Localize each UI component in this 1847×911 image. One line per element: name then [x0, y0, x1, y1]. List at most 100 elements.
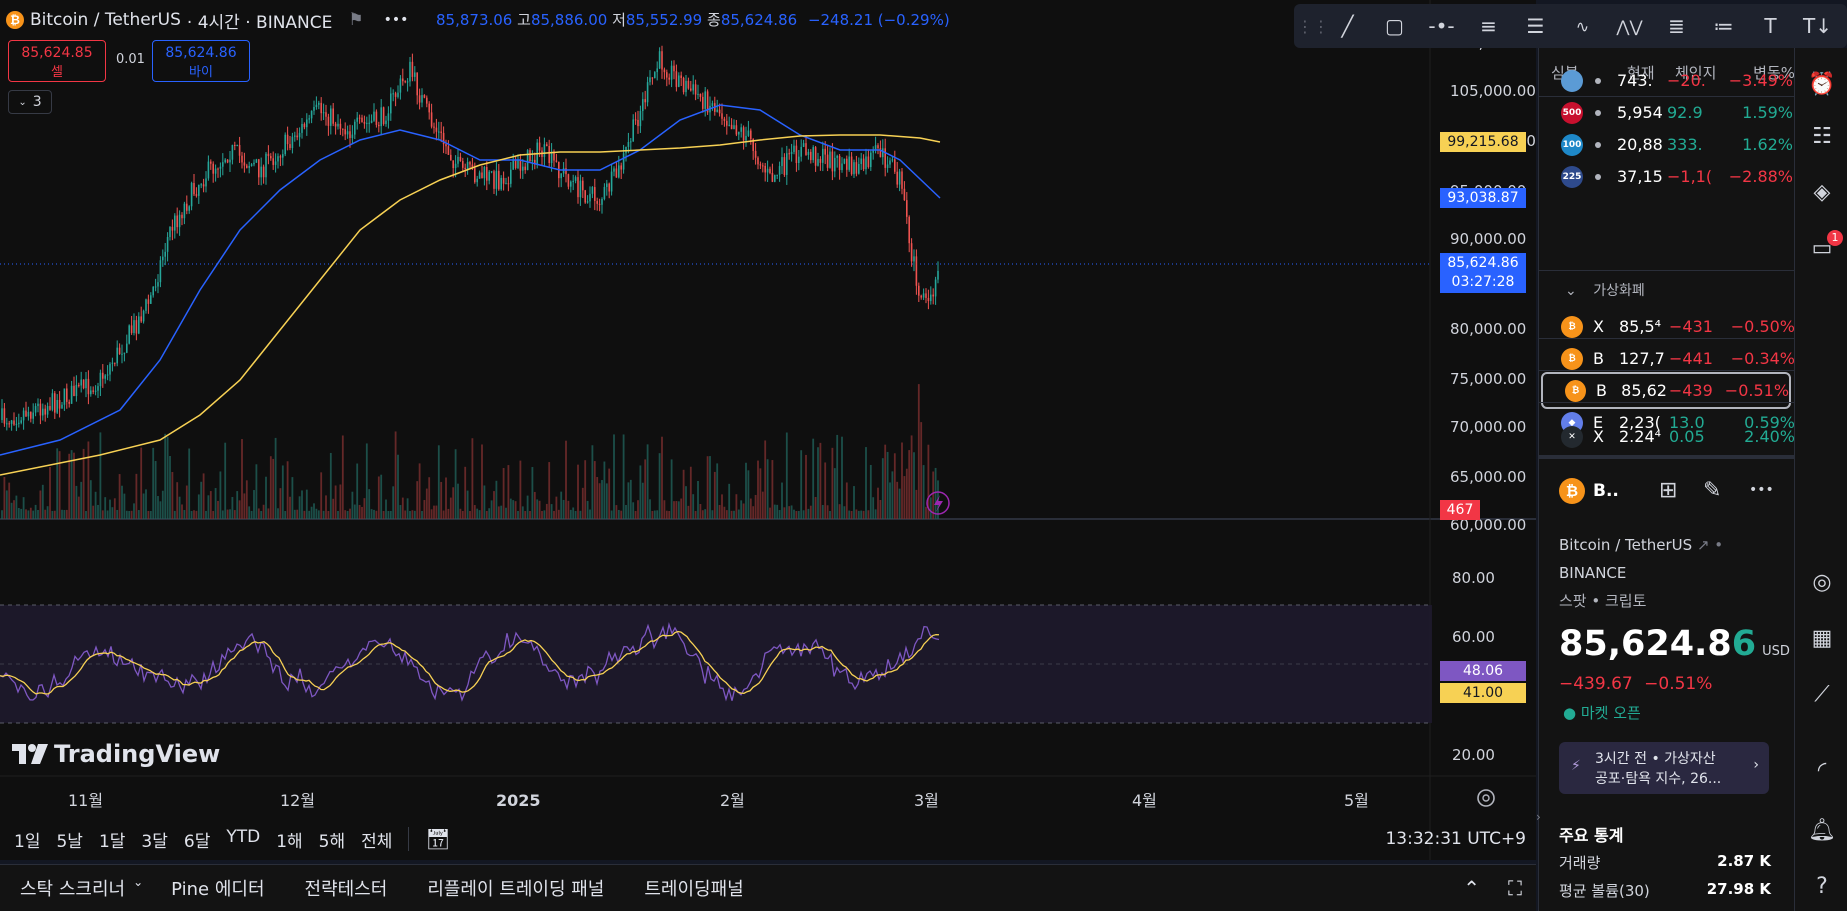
volume-bar [118, 474, 121, 519]
volume-bar [13, 500, 15, 519]
volume-bar [809, 505, 812, 519]
volume-bar [97, 504, 99, 519]
price-range-icon[interactable]: ≔ [1700, 4, 1747, 48]
range-button[interactable]: 6달 [176, 827, 218, 852]
bottom-tab[interactable]: 스탁 스크리너 [0, 875, 145, 901]
candle-body [27, 411, 30, 417]
sell-button[interactable]: 85,624.85 셀 [8, 40, 106, 82]
drawing-toolbar[interactable]: ⋮⋮ ╱ ▢ -•- ≡ ☰ ∿ ⋀⋁ ≣ ≔ T T↓ [1294, 4, 1847, 48]
edit-note-icon[interactable]: ✎ [1703, 478, 1721, 503]
abc-pattern-icon[interactable]: ⋀⋁ [1606, 4, 1653, 48]
price-chart[interactable]: 110,000.00105,000.00100,000.0095,000.009… [0, 0, 1536, 860]
price-tick-label: 90,000.00 [1450, 230, 1526, 248]
indicators-collapse-button[interactable]: ⌄ 3 [8, 90, 52, 114]
more-options-icon[interactable]: ••• [1749, 482, 1774, 498]
volume-bar [627, 482, 630, 519]
clock-time[interactable]: 13:32:31 UTC+9 [1385, 829, 1526, 849]
elliott-wave-icon[interactable]: ∿ [1559, 4, 1606, 48]
buy-label: 바이 [189, 65, 213, 80]
candle-body [128, 325, 130, 344]
range-button[interactable]: 5날 [48, 827, 90, 852]
drag-handle-icon[interactable]: ⋮⋮ [1297, 4, 1329, 48]
ideas-chart-icon[interactable]: ⟋ [1808, 680, 1836, 708]
candle-body [373, 111, 375, 121]
chevron-down-icon[interactable]: ⌄ [133, 875, 143, 901]
crypto-section-header[interactable]: ⌄ 가상화폐 [1565, 280, 1645, 300]
range-button[interactable]: 1달 [91, 827, 133, 852]
bottom-tab[interactable]: 리플레이 트레이딩 패널 [407, 875, 624, 901]
detail-short-symbol[interactable]: B.. [1593, 481, 1619, 501]
layers-icon[interactable]: ◈ [1808, 178, 1836, 206]
candle-body [877, 145, 879, 149]
range-button[interactable]: 1일 [6, 827, 48, 852]
candle-body [30, 411, 32, 419]
time-axis[interactable]: 11월 12월 2025 2월 3월 4월 5월 [68, 791, 1369, 810]
more-options-icon[interactable]: ••• [384, 12, 409, 28]
volume-bar [560, 491, 563, 519]
volume-bar [793, 509, 795, 519]
rsi-ma-value-label: 41.00 [1440, 683, 1526, 703]
range-button[interactable]: 전체 [353, 827, 400, 852]
symbol-title[interactable]: Bitcoin / TetherUS [30, 10, 181, 30]
candle-body [224, 159, 226, 163]
range-button[interactable]: 1해 [268, 827, 310, 852]
panel-divider[interactable] [1539, 455, 1795, 459]
trend-line-icon[interactable]: ╱ [1324, 4, 1371, 48]
target-icon[interactable]: ◎ [1808, 568, 1836, 596]
watchlist-panel[interactable]: 심볼 현재 체인지 변동% 743.−20.−3.49%5005,95492.9… [1538, 48, 1795, 911]
ma50-price-label: 93,038.87 [1440, 188, 1526, 208]
watchlist-row[interactable]: ✕ X 2.24⁴ 0.05 2.40% [1539, 418, 1795, 455]
bottom-tab[interactable]: 트레이딩패널 [624, 875, 763, 901]
calendar-icon[interactable]: ▦ [1808, 624, 1836, 652]
candle-body [258, 159, 260, 178]
volume-bar [32, 510, 35, 519]
alarm-clock-icon[interactable]: ⏰ [1808, 70, 1836, 98]
rectangle-icon[interactable]: ▢ [1371, 4, 1418, 48]
volume-bar [92, 505, 95, 519]
buy-button[interactable]: 85,624.86 바이 [152, 40, 250, 82]
candle-body [394, 93, 397, 97]
date-range-icon[interactable]: ≣ [1653, 4, 1700, 48]
chevron-up-icon[interactable]: ⌃ [1449, 876, 1494, 900]
symbol-legend[interactable]: ₿ Bitcoin / TetherUS · 4시간 · BINANCE ⚑ •… [6, 6, 408, 34]
volume-bar [581, 487, 584, 519]
broadcast-icon[interactable]: ◜ [1808, 756, 1836, 784]
volume-bar [778, 510, 781, 519]
text-anchor-icon[interactable]: T↓ [1794, 4, 1841, 48]
watchlist-icon[interactable]: ☷ [1808, 122, 1836, 150]
news-card[interactable]: ⚡ 3시간 전 • 가상자산 공포·탐욕 지수, 26... › [1559, 742, 1769, 794]
maximize-panel-icon[interactable]: ⛶ [1494, 876, 1536, 900]
volume-bar [315, 508, 318, 519]
layout-icon[interactable]: ⊞ [1659, 478, 1677, 503]
bottom-tab[interactable]: 전략테스터 [285, 875, 408, 901]
bottom-tab[interactable]: Pine 에디터 [151, 875, 284, 901]
bell-icon[interactable]: 🔔︎ [1808, 816, 1836, 844]
panel-collapse-handle[interactable]: › [1536, 810, 1542, 850]
horizontal-ray-icon[interactable]: -•- [1418, 4, 1465, 48]
volume-bar [154, 461, 157, 519]
help-icon[interactable]: ? [1808, 872, 1836, 900]
volume-bar [385, 499, 387, 519]
watchlist-row[interactable]: 225 37,15 −1,1(−2.88% [1539, 158, 1795, 195]
detail-full-name[interactable]: Bitcoin / TetherUS ↗ • [1559, 536, 1723, 554]
range-button[interactable]: YTD [218, 827, 268, 852]
text-icon[interactable]: T [1747, 4, 1794, 48]
tradingview-logo[interactable]: TradingView [12, 740, 220, 768]
chart-area[interactable]: 110,000.00105,000.00100,000.0095,000.009… [0, 0, 1536, 860]
volume-bar [89, 480, 92, 519]
candle-body [85, 378, 87, 389]
range-button[interactable]: 3달 [133, 827, 175, 852]
candle-body [555, 160, 558, 162]
range-button[interactable]: 5해 [311, 827, 353, 852]
rsi-tick-label: 20.00 [1452, 746, 1495, 764]
goto-date-icon[interactable]: 📅︎ [417, 827, 458, 851]
parallel-channel-icon[interactable]: ≡ [1465, 4, 1512, 48]
axis-settings-icon[interactable] [1477, 789, 1495, 807]
interval-exchange[interactable]: · 4시간 · BINANCE [187, 8, 332, 33]
candle-body [898, 171, 901, 185]
fib-retracement-icon[interactable]: ☰ [1512, 4, 1559, 48]
flag-icon[interactable]: ⚑ [348, 10, 363, 30]
external-link-icon[interactable]: ↗ • [1697, 536, 1723, 554]
candle-body [519, 159, 522, 171]
volume-bar [260, 510, 263, 519]
